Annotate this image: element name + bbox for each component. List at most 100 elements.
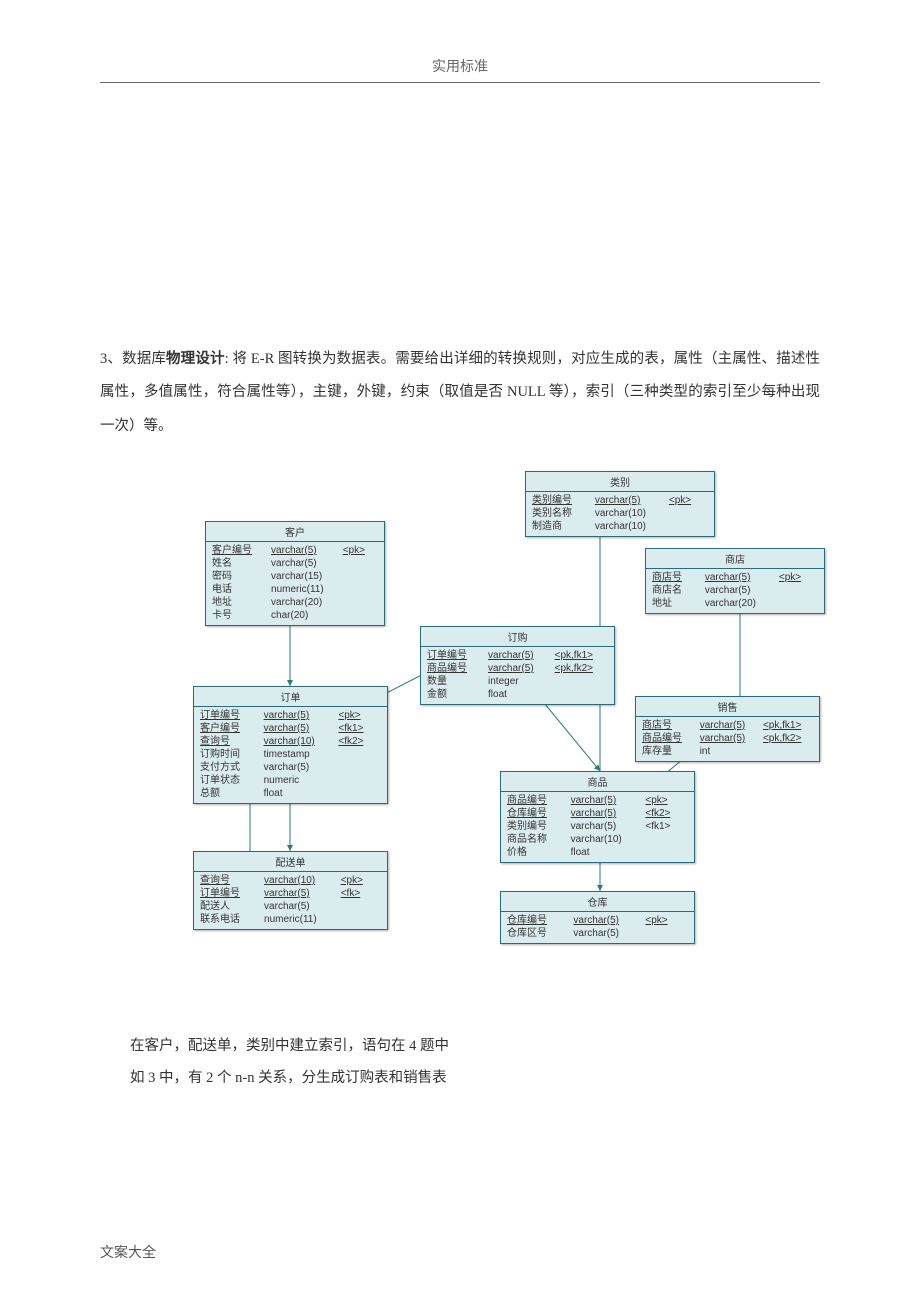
col-type: varchar(5): [264, 761, 333, 774]
col-name: 商品编号: [642, 732, 694, 745]
col-key: [338, 787, 381, 800]
col-key: <pk>: [645, 914, 688, 927]
col-type: float: [571, 846, 640, 859]
heading-prefix: 3、数据库: [100, 351, 166, 367]
col-name: 订单编号: [427, 649, 482, 662]
col-name: 金额: [427, 688, 482, 701]
col-type: float: [264, 787, 333, 800]
col-type: varchar(10): [264, 735, 333, 748]
col-key: <pk,fk2>: [555, 662, 608, 675]
entity-rows: 订单编号varchar(5)<pk,fk1>商品编号varchar(5)<pk,…: [421, 647, 614, 704]
col-key: [779, 597, 818, 610]
col-name: 地址: [652, 597, 699, 610]
entity-title: 商店: [646, 549, 824, 569]
col-key: [669, 520, 708, 533]
col-type: varchar(5): [571, 807, 640, 820]
col-type: numeric: [264, 774, 333, 787]
col-key: <fk1>: [645, 820, 688, 833]
col-type: varchar(5): [705, 584, 773, 597]
col-name: 库存量: [642, 745, 694, 758]
page-header-title: 实用标准: [100, 56, 820, 76]
col-name: 商品名称: [507, 833, 565, 846]
col-key: [338, 774, 381, 787]
col-name: 价格: [507, 846, 565, 859]
col-name: 密码: [212, 570, 265, 583]
entity-rows: 商店号varchar(5)<pk>商店名varchar(5)地址varchar(…: [646, 569, 824, 613]
col-key: [343, 557, 378, 570]
entity-rows: 类别编号varchar(5)<pk>类别名称varchar(10)制造商varc…: [526, 492, 714, 536]
col-key: [645, 927, 688, 940]
col-key: [555, 688, 608, 701]
col-name: 数量: [427, 675, 482, 688]
col-type: numeric(11): [264, 913, 335, 926]
col-type: varchar(5): [573, 927, 639, 940]
col-key: [343, 583, 378, 596]
col-name: 商店号: [642, 719, 694, 732]
col-key: <pk>: [669, 494, 708, 507]
col-type: varchar(5): [700, 719, 757, 732]
note-line-2: 如 3 中，有 2 个 n-n 关系，分生成订购表和销售表: [130, 1063, 820, 1095]
col-name: 仓库区号: [507, 927, 567, 940]
entity-product: 商品 商品编号varchar(5)<pk>仓库编号varchar(5)<fk2>…: [500, 771, 695, 863]
col-key: [343, 596, 378, 609]
col-name: 地址: [212, 596, 265, 609]
col-name: 商品编号: [427, 662, 482, 675]
col-key: <fk2>: [338, 735, 381, 748]
col-key: <fk>: [341, 887, 381, 900]
col-type: varchar(5): [264, 887, 335, 900]
col-name: 查询号: [200, 735, 258, 748]
col-name: 商品编号: [507, 794, 565, 807]
entity-title: 商品: [501, 772, 694, 792]
col-name: 类别名称: [532, 507, 589, 520]
entity-customer: 客户 客户编号varchar(5)<pk>姓名varchar(5)密码varch…: [205, 521, 385, 626]
entity-delivery: 配送单 查询号varchar(10)<pk>订单编号varchar(5)<fk>…: [193, 851, 388, 930]
col-name: 制造商: [532, 520, 589, 533]
col-key: <fk1>: [338, 722, 381, 735]
col-name: 卡号: [212, 609, 265, 622]
col-type: varchar(5): [571, 794, 640, 807]
entity-rows: 查询号varchar(10)<pk>订单编号varchar(5)<fk>配送人v…: [194, 872, 387, 929]
col-key: [763, 745, 813, 758]
col-key: [343, 609, 378, 622]
col-type: varchar(20): [271, 596, 337, 609]
col-type: varchar(10): [595, 507, 663, 520]
col-name: 类别编号: [532, 494, 589, 507]
entity-category: 类别 类别编号varchar(5)<pk>类别名称varchar(10)制造商v…: [525, 471, 715, 537]
col-type: varchar(5): [271, 557, 337, 570]
col-key: [669, 507, 708, 520]
col-key: <pk>: [338, 709, 381, 722]
col-type: varchar(5): [705, 571, 773, 584]
col-name: 仓库编号: [507, 807, 565, 820]
col-key: <pk>: [341, 874, 381, 887]
col-key: [555, 675, 608, 688]
col-name: 查询号: [200, 874, 258, 887]
col-key: [645, 833, 688, 846]
entity-buy: 订购 订单编号varchar(5)<pk,fk1>商品编号varchar(5)<…: [420, 626, 615, 705]
col-key: [645, 846, 688, 859]
er-diagram: 类别 类别编号 varchar(5) <pk> 类别名称 varchar(10) 制造商 v…: [100, 471, 820, 971]
col-type: varchar(5): [573, 914, 639, 927]
col-name: 联系电话: [200, 913, 258, 926]
col-name: 订购时间: [200, 748, 258, 761]
col-type: timestamp: [264, 748, 333, 761]
note-line-1: 在客户，配送单，类别中建立索引，语句在 4 题中: [130, 1031, 820, 1063]
col-name: 订单状态: [200, 774, 258, 787]
col-key: <pk,fk1>: [763, 719, 813, 732]
col-type: varchar(10): [264, 874, 335, 887]
col-key: [341, 900, 381, 913]
col-type: varchar(15): [271, 570, 337, 583]
col-type: varchar(5): [264, 709, 333, 722]
heading-bold: 物理设计: [166, 351, 225, 367]
entity-rows: 商品编号varchar(5)<pk>仓库编号varchar(5)<fk2>类别编…: [501, 792, 694, 862]
col-type: varchar(5): [571, 820, 640, 833]
entity-rows: 客户编号varchar(5)<pk>姓名varchar(5)密码varchar(…: [206, 542, 384, 625]
col-key: <pk>: [779, 571, 818, 584]
col-key: <pk>: [343, 544, 378, 557]
col-type: varchar(20): [705, 597, 773, 610]
page-footer: 文案大全: [100, 1242, 156, 1262]
col-type: varchar(5): [595, 494, 663, 507]
entity-title: 类别: [526, 472, 714, 492]
col-type: numeric(11): [271, 583, 337, 596]
col-key: <pk,fk1>: [555, 649, 608, 662]
col-type: integer: [488, 675, 549, 688]
